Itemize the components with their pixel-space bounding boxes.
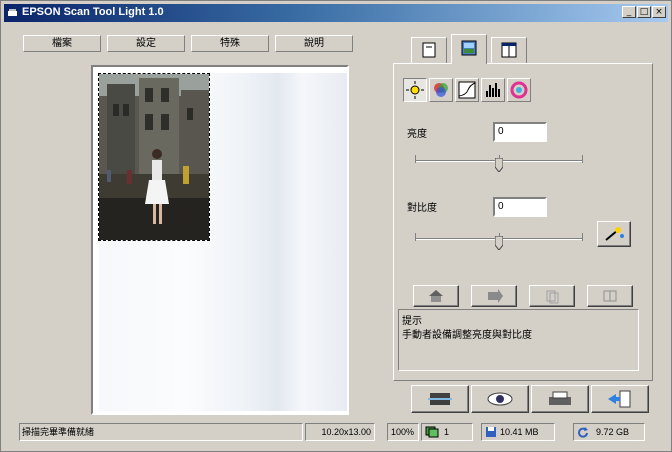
brightness-tick-max xyxy=(582,155,583,163)
tool-brightness[interactable] xyxy=(403,78,427,102)
auto-adjust-button[interactable] xyxy=(597,221,631,247)
hint-text: 手動者設備調整亮度與對比度 xyxy=(402,330,532,341)
status-memory: 10.41 MB xyxy=(500,427,539,437)
reset-button[interactable] xyxy=(413,285,459,307)
save-settings-button[interactable] xyxy=(587,285,633,307)
menu-special[interactable]: 特殊 xyxy=(191,35,269,52)
preview-button[interactable] xyxy=(471,385,529,413)
copy-icon xyxy=(546,290,559,304)
scanner-app-icon xyxy=(8,9,17,16)
eye-icon xyxy=(487,392,513,406)
refresh-icon xyxy=(578,427,588,438)
image-adjust-icon xyxy=(461,40,477,56)
grid-icon xyxy=(603,290,617,302)
brightness-label: 亮度 xyxy=(407,129,427,140)
app-window: EPSON Scan Tool Light 1.0 _ □ × 檔案 設定 特殊… xyxy=(0,0,672,452)
histogram-icon xyxy=(486,83,500,97)
brightness-tick-min xyxy=(415,155,416,163)
exit-door-icon xyxy=(608,390,631,408)
window-title: EPSON Scan Tool Light 1.0 xyxy=(22,6,164,18)
tool-color-balance[interactable] xyxy=(429,78,453,102)
menu-file[interactable]: 檔案 xyxy=(23,35,101,52)
preview-photo-selection[interactable] xyxy=(98,73,210,241)
contrast-field[interactable]: 0 xyxy=(493,197,547,217)
printer-icon xyxy=(549,391,571,405)
magic-wand-icon xyxy=(605,227,624,241)
status-zoom: 100% xyxy=(387,423,419,441)
contrast-tick-min xyxy=(415,233,416,241)
brightness-slider-thumb[interactable] xyxy=(495,158,503,172)
contrast-slider-thumb[interactable] xyxy=(495,236,503,250)
status-bar: 掃描完畢準備就緒 10.20x13.00 100% 1 10.41 MB 9.7… xyxy=(1,421,671,443)
tool-histogram[interactable] xyxy=(481,78,505,102)
hint-title: 提示 xyxy=(402,316,422,327)
hint-box: 提示 手動者設備調整亮度與對比度 xyxy=(398,309,639,371)
status-count: 1 xyxy=(444,427,450,437)
menu-settings[interactable]: 設定 xyxy=(107,35,185,52)
contrast-label: 對比度 xyxy=(407,203,437,214)
disk-icon xyxy=(486,427,496,437)
status-count-field: 1 xyxy=(421,423,473,441)
close-button[interactable]: × xyxy=(652,6,666,18)
rgb-circles-icon xyxy=(434,83,448,97)
tone-curve-icon xyxy=(458,81,476,99)
menu-bar: 檔案 設定 特殊 說明 xyxy=(23,35,353,52)
apply-button[interactable] xyxy=(471,285,517,307)
maximize-button[interactable]: □ xyxy=(637,6,651,18)
document-icon xyxy=(422,42,436,58)
scan-button[interactable] xyxy=(411,385,469,413)
minimize-button[interactable]: _ xyxy=(622,6,636,18)
print-button[interactable] xyxy=(531,385,589,413)
title-bar[interactable]: EPSON Scan Tool Light 1.0 _ □ × xyxy=(4,4,668,22)
image-count-icon xyxy=(425,426,439,438)
status-space-field: 9.72 GB xyxy=(573,423,645,441)
tool-tone-curve[interactable] xyxy=(455,78,479,102)
sun-icon xyxy=(406,81,424,99)
tool-color-adjust[interactable] xyxy=(507,78,531,102)
status-space: 9.72 GB xyxy=(596,427,630,437)
window-layout-icon xyxy=(501,42,517,58)
arrow-right-icon xyxy=(488,289,503,303)
tab-preview-settings[interactable] xyxy=(491,37,527,63)
tab-document[interactable] xyxy=(411,37,447,63)
tab-image[interactable] xyxy=(451,34,487,64)
scanned-photo-image xyxy=(99,74,209,240)
brightness-field[interactable]: 0 xyxy=(493,122,547,142)
copy-button[interactable] xyxy=(529,285,575,307)
exit-button[interactable] xyxy=(591,385,649,413)
status-memory-field: 10.41 MB xyxy=(481,423,555,441)
scanner-icon xyxy=(428,393,452,405)
status-message: 掃描完畢準備就緒 xyxy=(19,423,303,441)
home-icon xyxy=(429,290,443,302)
status-dimensions: 10.20x13.00 xyxy=(305,423,375,441)
contrast-tick-max xyxy=(582,233,583,241)
menu-help[interactable]: 說明 xyxy=(275,35,353,52)
color-wheel-icon xyxy=(510,81,528,99)
